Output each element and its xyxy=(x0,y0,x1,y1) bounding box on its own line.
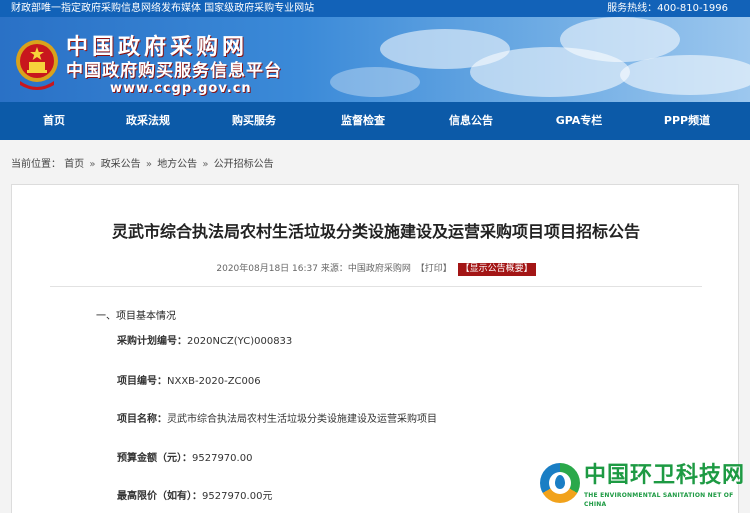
breadcrumb-home[interactable]: 首页 xyxy=(64,159,84,170)
national-emblem-icon[interactable] xyxy=(14,37,60,91)
nav-item-ppp[interactable]: PPP频道 xyxy=(642,102,732,140)
breadcrumb-separator: » xyxy=(202,159,209,170)
field-value: 2020NCZ(YC)000833 xyxy=(187,336,293,347)
watermark-english: THE ENVIRONMENTAL SANITATION NET OF CHIN… xyxy=(584,492,734,508)
section-heading: 一、项目基本情况 xyxy=(96,311,176,322)
field-value: NXXB-2020-ZC006 xyxy=(167,376,261,387)
show-summary-button[interactable]: 【显示公告概要】 xyxy=(457,263,536,276)
nav-item-gpa[interactable]: GPA专栏 xyxy=(534,102,624,140)
field-label: 项目编号： xyxy=(117,376,167,387)
field-label: 预算金额（元）： xyxy=(117,453,192,464)
main-nav: 首页 政采法规 购买服务 监督检查 信息公告 GPA专栏 PPP频道 xyxy=(0,102,750,140)
breadcrumb-procurement-notices[interactable]: 政采公告 xyxy=(101,159,141,170)
nav-item-supervision[interactable]: 监督检查 xyxy=(318,102,408,140)
field-budget: 预算金额（元）：9527970.00 xyxy=(117,452,252,466)
watermark-name: 中国环卫科技网 xyxy=(584,463,746,488)
field-label: 项目名称： xyxy=(117,414,167,425)
field-value: 9527970.00 xyxy=(192,453,253,464)
site-header: 中国政府采购网 中国政府购买服务信息平台 www.ccgp.gov.cn xyxy=(0,17,750,102)
nav-item-purchase-services[interactable]: 购买服务 xyxy=(209,102,299,140)
site-url: www.ccgp.gov.cn xyxy=(110,81,252,96)
field-max-price: 最高限价（如有）：9527970.00元 xyxy=(117,490,272,504)
nav-item-home[interactable]: 首页 xyxy=(9,102,99,140)
nav-item-regulations[interactable]: 政采法规 xyxy=(103,102,193,140)
field-value: 9527970.00元 xyxy=(202,491,273,502)
publish-info: 2020年08月18日 16:37 来源：中国政府采购网 xyxy=(216,264,411,274)
site-notice: 财政部唯一指定政府采购信息网络发布媒体 国家级政府采购专业网站 xyxy=(11,3,315,14)
article-meta: 2020年08月18日 16:37 来源：中国政府采购网 【打印】 【显示公告概… xyxy=(12,262,740,276)
divider xyxy=(50,286,702,287)
field-project-name: 项目名称：灵武市综合执法局农村生活垃圾分类设施建设及运营采购项目 xyxy=(117,413,437,427)
breadcrumb-separator: » xyxy=(89,159,96,170)
breadcrumb-prefix: 当前位置： xyxy=(11,159,61,170)
field-plan-number: 采购计划编号：2020NCZ(YC)000833 xyxy=(117,335,292,349)
watermark-logo: 中国环卫科技网 THE ENVIRONMENTAL SANITATION NET… xyxy=(540,462,745,508)
field-label: 采购计划编号： xyxy=(117,336,187,347)
nav-item-announcements[interactable]: 信息公告 xyxy=(426,102,516,140)
breadcrumb-public-tender[interactable]: 公开招标公告 xyxy=(214,159,274,170)
field-value: 灵武市综合执法局农村生活垃圾分类设施建设及运营采购项目 xyxy=(167,414,437,425)
site-subtitle: 中国政府购买服务信息平台 xyxy=(66,61,282,81)
field-label: 最高限价（如有）： xyxy=(117,491,202,502)
field-project-number: 项目编号：NXXB-2020-ZC006 xyxy=(117,375,261,389)
breadcrumb-separator: » xyxy=(145,159,152,170)
service-hotline: 服务热线：400-810-1996 xyxy=(607,3,728,14)
breadcrumb-local-notices[interactable]: 地方公告 xyxy=(157,159,197,170)
water-drop-icon xyxy=(555,475,565,489)
top-notice-bar: 财政部唯一指定政府采购信息网络发布媒体 国家级政府采购专业网站 服务热线：400… xyxy=(0,0,750,17)
site-title[interactable]: 中国政府采购网 xyxy=(66,36,248,60)
print-link[interactable]: 【打印】 xyxy=(416,264,452,274)
article-title: 灵武市综合执法局农村生活垃圾分类设施建设及运营采购项目项目招标公告 xyxy=(111,222,640,241)
breadcrumb: 当前位置： 首页 » 政采公告 » 地方公告 » 公开招标公告 xyxy=(11,157,274,173)
